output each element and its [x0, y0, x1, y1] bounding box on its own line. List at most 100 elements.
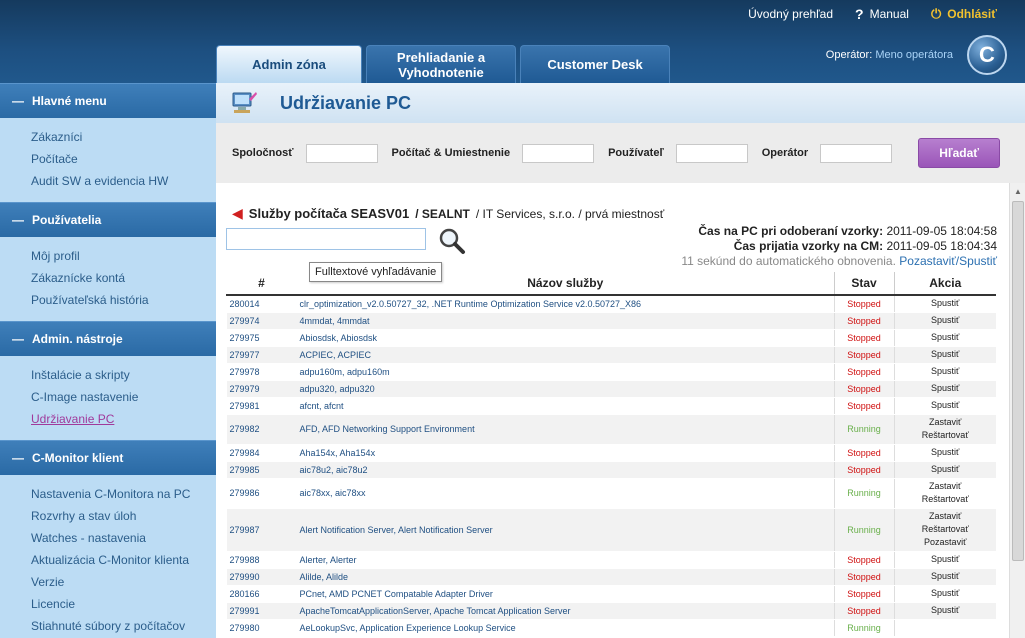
service-actions: Spustiť: [894, 461, 996, 479]
services-panel: ◀ Služby počítača SEASV01 / SEALNT / IT …: [216, 183, 1009, 638]
service-actions: Spustiť: [894, 363, 996, 381]
service-action-link[interactable]: Spustiť: [898, 553, 994, 566]
sidebar-item-historia[interactable]: Používateľská história: [31, 289, 216, 311]
back-arrow-icon[interactable]: ◀: [232, 205, 243, 222]
service-name: AFD, AFD Networking Support Environment: [296, 414, 834, 445]
service-action-link[interactable]: Spustiť: [898, 570, 994, 583]
service-action-link[interactable]: Zastaviť: [898, 480, 994, 493]
help-icon: ?: [855, 6, 864, 22]
service-action-link[interactable]: Spustiť: [898, 314, 994, 327]
operator-input[interactable]: [820, 143, 893, 163]
services-title: ◀ Služby počítača SEASV01 / SEALNT / IT …: [232, 205, 664, 222]
computer-input[interactable]: [522, 143, 595, 163]
service-action-link[interactable]: Reštartovať: [898, 493, 994, 506]
sidebar-section-header[interactable]: — Hlavné menu: [0, 83, 216, 118]
pause-resume-link[interactable]: Pozastaviť/Spustiť: [899, 254, 997, 268]
sidebar-item-audit[interactable]: Audit SW a evidencia HW: [31, 170, 216, 192]
vertical-scrollbar[interactable]: ▲: [1009, 183, 1025, 638]
service-action-link[interactable]: Spustiť: [898, 604, 994, 617]
service-actions: Zastaviť Reštartovať: [894, 414, 996, 445]
service-status: Stopped: [833, 602, 895, 620]
service-status: Stopped: [833, 397, 895, 415]
sidebar-item-watches[interactable]: Watches - nastavenia: [31, 527, 216, 549]
logout-label: Odhlásiť: [947, 7, 997, 21]
service-action-link[interactable]: Spustiť: [898, 399, 994, 412]
tab-admin-zona[interactable]: Admin zóna: [216, 45, 362, 83]
service-status: Stopped: [833, 380, 895, 398]
sidebar-section: — Hlavné menu Zákazníci Počítače Audit SW…: [0, 83, 216, 202]
sidebar-section-title: Admin. nástroje: [32, 332, 123, 346]
operator-name[interactable]: Meno operátora: [875, 49, 953, 61]
main-tabs: Admin zóna Prehliadanie a Vyhodnotenie C…: [216, 45, 670, 83]
sidebar-section-header[interactable]: — Používatelia: [0, 202, 216, 237]
sidebar-item-pocitace[interactable]: Počítače: [31, 148, 216, 170]
scroll-up-icon[interactable]: ▲: [1010, 183, 1025, 199]
service-action-link[interactable]: Reštartovať: [898, 523, 994, 536]
column-header-status[interactable]: Stav: [833, 272, 895, 296]
sidebar-item-c-image[interactable]: C-Image nastavenie: [31, 386, 216, 408]
service-id: 279975: [226, 329, 297, 347]
table-row: 279979 adpu320, adpu320 Stopped Spustiť: [226, 380, 996, 398]
sidebar-section-header[interactable]: — C-Monitor klient: [0, 440, 216, 475]
service-action-link[interactable]: Spustiť: [898, 446, 994, 459]
overview-link[interactable]: Úvodný prehľad: [748, 6, 833, 22]
service-status: Stopped: [833, 363, 895, 381]
sidebar: — Hlavné menu Zákazníci Počítače Audit SW…: [0, 83, 216, 638]
sidebar-item-zakaznici[interactable]: Zákazníci: [31, 126, 216, 148]
manual-link[interactable]: ? Manual: [855, 6, 909, 22]
company-input[interactable]: [305, 143, 378, 163]
service-action-link[interactable]: Spustiť: [898, 297, 994, 310]
sidebar-item-instalacie[interactable]: Inštalácie a skripty: [31, 364, 216, 386]
sidebar-section-title: Hlavné menu: [32, 94, 107, 108]
sidebar-item-rozvrhy[interactable]: Rozvrhy a stav úloh: [31, 505, 216, 527]
service-action-link[interactable]: Spustiť: [898, 587, 994, 600]
refresh-text: 11 sekúnd do automatického obnovenia.: [681, 254, 896, 268]
sidebar-item-verzie[interactable]: Verzie: [31, 571, 216, 593]
service-id: 279985: [226, 461, 297, 479]
app-logo: C: [967, 35, 1007, 75]
service-action-link[interactable]: Zastaviť: [898, 416, 994, 429]
service-id: 279979: [226, 380, 297, 398]
table-row: 279986 aic78xx, aic78xx Running Zastaviť Reš…: [226, 478, 996, 509]
service-action-link[interactable]: Spustiť: [898, 463, 994, 476]
service-id: 279977: [226, 346, 297, 364]
service-action-link[interactable]: Spustiť: [898, 365, 994, 378]
service-action-link[interactable]: Pozastaviť: [898, 536, 994, 549]
service-action-link[interactable]: Spustiť: [898, 348, 994, 361]
search-button[interactable]: Hľadať: [918, 138, 1001, 168]
service-status: Stopped: [833, 329, 895, 347]
sidebar-item-zakaznicke-konta[interactable]: Zákaznícke kontá: [31, 267, 216, 289]
collapse-icon: —: [12, 451, 24, 465]
service-action-link[interactable]: Spustiť: [898, 382, 994, 395]
tab-customer-desk[interactable]: Customer Desk: [520, 45, 670, 83]
services-title-sub: / SEALNT: [415, 206, 470, 221]
user-input[interactable]: [675, 143, 748, 163]
service-action-link[interactable]: Spustiť: [898, 331, 994, 344]
sidebar-section-title: C-Monitor klient: [32, 451, 124, 465]
sidebar-item-aktualizacia[interactable]: Aktualizácia C-Monitor klienta: [31, 549, 216, 571]
sidebar-section-header[interactable]: — Admin. nástroje: [0, 321, 216, 356]
tab-prehliadanie[interactable]: Prehliadanie a Vyhodnotenie: [366, 45, 516, 83]
sidebar-item-licencie[interactable]: Licencie: [31, 593, 216, 615]
service-action-link[interactable]: Zastaviť: [898, 510, 994, 523]
computer-label: Počítač & Umiestnenie: [391, 147, 511, 159]
user-label: Používateľ: [608, 147, 664, 159]
service-name: adpu320, adpu320: [296, 380, 834, 398]
scrollbar-thumb[interactable]: [1012, 201, 1024, 561]
service-id: 279986: [226, 478, 297, 509]
table-row: 279984 Aha154x, Aha154x Stopped Spustiť: [226, 444, 996, 462]
table-row: 279990 Alilde, Alilde Stopped Spustiť: [226, 568, 996, 586]
column-header-number[interactable]: #: [226, 272, 297, 296]
logout-link[interactable]: ⏻ Odhlásiť: [931, 6, 997, 22]
service-name: ACPIEC, ACPIEC: [296, 346, 834, 364]
search-icon[interactable]: [438, 227, 466, 255]
service-action-link[interactable]: Reštartovať: [898, 429, 994, 442]
service-actions: Spustiť: [894, 602, 996, 620]
fulltext-search-input[interactable]: [226, 228, 426, 250]
sidebar-item-nastavenia[interactable]: Nastavenia C-Monitora na PC: [31, 483, 216, 505]
service-status: Stopped: [833, 568, 895, 586]
sidebar-item-udrziavanie-pc[interactable]: Udržiavanie PC: [31, 408, 216, 430]
sidebar-item-stiahnute[interactable]: Stiahnuté súbory z počítačov: [31, 615, 216, 637]
search-tooltip: Fulltextové vyhľadávanie: [309, 262, 443, 282]
sidebar-item-moj-profil[interactable]: Môj profil: [31, 245, 216, 267]
